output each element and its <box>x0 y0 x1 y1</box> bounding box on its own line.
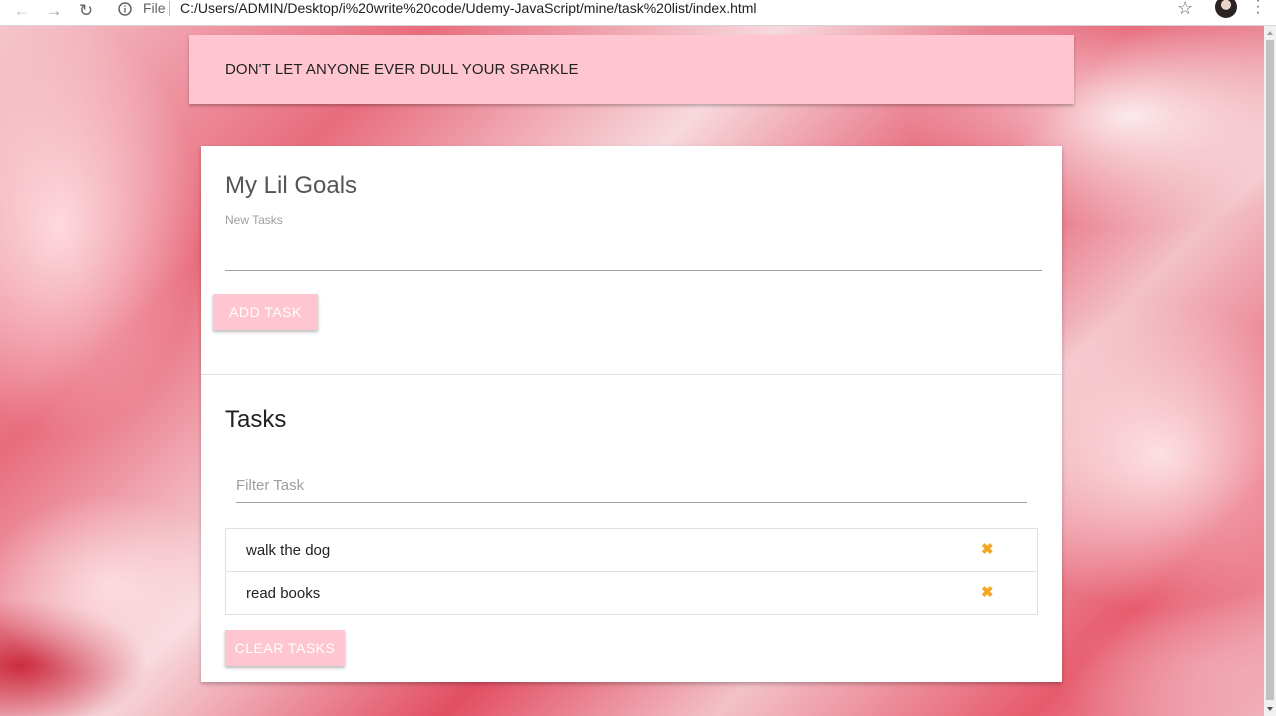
scroll-up-arrow-icon[interactable] <box>1267 31 1273 35</box>
card-divider <box>201 374 1062 375</box>
tasks-title: Tasks <box>225 406 287 433</box>
forward-arrow-icon[interactable]: → <box>43 0 65 22</box>
star-icon[interactable]: ☆ <box>1177 0 1193 19</box>
reload-icon[interactable]: ↻ <box>75 0 97 22</box>
avatar[interactable] <box>1215 0 1237 18</box>
address-bar[interactable]: C:/Users/ADMIN/Desktop/i%20write%20code/… <box>180 0 757 16</box>
card-title: My Lil Goals <box>225 172 358 199</box>
scroll-down-arrow-icon[interactable] <box>1267 707 1273 711</box>
info-icon[interactable] <box>118 2 132 16</box>
new-task-input[interactable] <box>225 238 1042 271</box>
task-card: My Lil Goals New Tasks ADD TASK Tasks wa… <box>201 146 1062 682</box>
menu-icon[interactable]: · · · <box>1254 0 1262 21</box>
task-list: walk the dog ✖ read books ✖ <box>225 528 1038 615</box>
scrollbar[interactable] <box>1264 26 1276 716</box>
filter-input[interactable] <box>236 468 1027 503</box>
quote-text: DON'T LET ANYONE EVER DULL YOUR SPARKLE <box>225 61 579 78</box>
browser-toolbar: ← → ↻ File C:/Users/ADMIN/Desktop/i%20wr… <box>0 0 1276 26</box>
add-task-button[interactable]: ADD TASK <box>213 294 318 330</box>
url-separator <box>169 1 170 16</box>
back-arrow-icon[interactable]: ← <box>11 0 33 22</box>
task-text: read books <box>246 584 321 602</box>
delete-icon[interactable]: ✖ <box>981 585 994 601</box>
task-text: walk the dog <box>246 541 331 559</box>
list-item: read books ✖ <box>226 572 1037 614</box>
clear-tasks-button[interactable]: CLEAR TASKS <box>225 630 345 666</box>
url-scheme-label: File <box>143 0 166 16</box>
scroll-thumb[interactable] <box>1266 40 1274 700</box>
list-item: walk the dog ✖ <box>226 529 1037 572</box>
quote-banner: DON'T LET ANYONE EVER DULL YOUR SPARKLE <box>189 35 1074 104</box>
new-task-label: New Tasks <box>225 213 283 227</box>
delete-icon[interactable]: ✖ <box>981 542 994 558</box>
